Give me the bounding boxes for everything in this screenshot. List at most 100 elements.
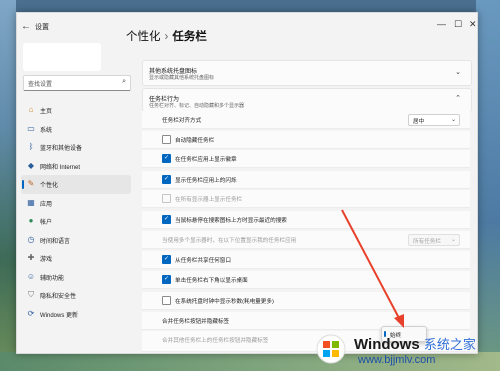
sidebar-item-windows-update[interactable]: ⟳ Windows 更新	[21, 305, 131, 324]
sidebar-item-label: 蓝牙和其他设备	[40, 146, 83, 152]
account-icon: ●	[28, 216, 34, 225]
sidebar-item-label: 帐户	[40, 220, 53, 226]
breadcrumb-parent[interactable]: 个性化	[126, 31, 161, 43]
share-window-row: ✓ 从任务栏共享任何窗口	[142, 251, 470, 269]
setting-label: 合并任务栏按钮并隐藏标签	[162, 319, 230, 325]
apps-icon: ▦	[27, 197, 35, 207]
seconds-checkbox[interactable]	[162, 296, 171, 305]
sidebar-item-accessibility[interactable]: ☺ 辅助功能	[21, 268, 131, 287]
home-icon: ⌂	[28, 105, 34, 114]
setting-label: 任务栏对齐方式	[162, 118, 202, 124]
dropdown-value: 所有任务栏	[413, 239, 441, 245]
shield-icon: ⛉	[28, 290, 34, 299]
badges-checkbox[interactable]: ✓	[162, 154, 171, 163]
other-tray-icons-section[interactable]: 其他系统托盘图标 显示或隐藏其他系统托盘图标 ⌄	[142, 60, 472, 86]
maximize-button[interactable]: ☐	[454, 19, 462, 30]
sidebar-item-label: 隐私和安全性	[40, 294, 77, 300]
watermark-url: www.bjjmlv.com	[358, 354, 436, 366]
setting-label: 当使用多个显示器时，在以下位置显示我的任务栏应用	[162, 238, 297, 244]
chevron-down-icon: ⌄	[455, 69, 461, 76]
search-hover-row: ✓ 当鼠标悬停在搜索图标上方时显示最近的搜索	[142, 211, 470, 229]
sidebar-item-bluetooth[interactable]: ᛒ 蓝牙和其他设备	[21, 138, 131, 157]
breadcrumb-separator: ›	[164, 31, 169, 43]
search-input[interactable]: 查找设置 ⌕	[23, 75, 131, 91]
share-window-checkbox[interactable]: ✓	[162, 255, 171, 264]
windows-logo-icon	[316, 334, 346, 364]
title-bar: ← 设置 — ☐ ✕	[17, 13, 477, 41]
setting-label: 在所有显示器上显示任务栏	[175, 197, 243, 203]
sidebar-item-gaming[interactable]: ✚ 游戏	[21, 249, 131, 268]
accessibility-icon: ☺	[26, 271, 36, 281]
setting-label: 显示任务栏应用上的闪烁	[175, 178, 237, 184]
network-icon: ◆	[27, 160, 35, 170]
update-icon: ⟳	[27, 308, 35, 318]
system-icon: ▭	[27, 123, 35, 133]
setting-label: 当鼠标悬停在搜索图标上方时显示最近的搜索	[175, 218, 287, 224]
gamepad-icon: ✚	[27, 253, 35, 262]
setting-label: 在任务栏应用上显示徽章	[175, 157, 237, 163]
user-profile-card[interactable]	[23, 43, 101, 71]
alignment-dropdown[interactable]: 居中 ⌄	[408, 114, 460, 126]
watermark-brand-en: Windows	[354, 336, 420, 353]
window-title: 设置	[35, 24, 49, 31]
dropdown-value: 居中	[413, 119, 425, 125]
setting-label: 从任务栏共享任何窗口	[175, 258, 231, 264]
sidebar-item-label: 系统	[40, 127, 53, 134]
watermark-brand: Windows 系统之家	[354, 334, 476, 353]
far-corner-row: ✓ 单击任务栏右下角以显示桌面	[142, 271, 470, 289]
section-subtitle: 显示或隐藏其他系统托盘图标	[149, 75, 215, 81]
brush-icon: ✎	[27, 179, 35, 188]
flashing-checkbox[interactable]: ✓	[162, 175, 171, 184]
sidebar-item-label: 网络和 Internet	[40, 164, 81, 171]
sidebar-item-label: 个性化	[40, 183, 59, 189]
sidebar-item-label: 应用	[40, 201, 53, 208]
sidebar-item-time-language[interactable]: ◷ 时间和语言	[21, 231, 131, 250]
bluetooth-icon: ᛒ	[28, 142, 34, 151]
setting-label: 在系统托盘时钟中显示秒数(耗电量更多)	[175, 299, 274, 305]
page-title: 任务栏	[172, 31, 207, 43]
sidebar-item-label: 时间和语言	[40, 238, 71, 245]
badges-row: ✓ 在任务栏应用上显示徽章	[142, 150, 470, 168]
all-displays-checkbox[interactable]	[162, 194, 171, 203]
sidebar-item-label: 辅助功能	[40, 275, 65, 282]
all-displays-row: 在所有显示器上显示任务栏	[142, 190, 470, 208]
setting-label: 合并其他任务栏上的任务栏按钮并隐藏标签	[162, 338, 269, 344]
close-button[interactable]: ✕	[469, 19, 477, 30]
flashing-row: ✓ 显示任务栏应用上的闪烁	[142, 171, 470, 189]
breadcrumb: 个性化 › 任务栏	[126, 28, 207, 44]
multi-display-dropdown[interactable]: 所有任务栏 ⌄	[408, 234, 460, 246]
site-watermark: Windows 系统之家 www.bjjmlv.com	[312, 328, 498, 370]
chevron-up-icon: ⌃	[455, 95, 461, 102]
search-hover-checkbox[interactable]: ✓	[162, 215, 171, 224]
back-arrow-icon[interactable]: ←	[21, 21, 31, 32]
search-icon[interactable]: ⌕	[122, 78, 126, 86]
setting-label: 单击任务栏右下角以显示桌面	[175, 278, 248, 284]
auto-hide-checkbox[interactable]	[162, 135, 171, 144]
sidebar-item-label: 游戏	[40, 257, 53, 263]
taskbar-behaviors-section[interactable]: 任务栏行为 任务栏对齐、标记、自动隐藏和多个显示器 ⌃	[142, 88, 472, 112]
sidebar-item-system[interactable]: ▭ 系统	[21, 120, 131, 139]
sidebar-item-apps[interactable]: ▦ 应用	[21, 194, 131, 213]
chevron-down-icon: ⌄	[450, 237, 456, 243]
setting-label: 自动隐藏任务栏	[175, 138, 215, 144]
sidebar-item-personalization[interactable]: ✎ 个性化	[21, 175, 131, 194]
clock-icon: ◷	[27, 234, 35, 244]
search-placeholder: 查找设置	[28, 82, 53, 88]
watermark-brand-cn: 系统之家	[423, 337, 476, 352]
far-corner-checkbox[interactable]: ✓	[162, 275, 171, 284]
sidebar-item-privacy[interactable]: ⛉ 隐私和安全性	[21, 286, 131, 305]
sidebar-item-accounts[interactable]: ● 帐户	[21, 212, 131, 231]
auto-hide-row: 自动隐藏任务栏	[142, 131, 470, 149]
section-subtitle: 任务栏对齐、标记、自动隐藏和多个显示器	[149, 103, 245, 109]
multi-display-row: 当使用多个显示器时，在以下位置显示我的任务栏应用 所有任务栏 ⌄	[142, 231, 470, 249]
desktop-wallpaper-left	[0, 0, 16, 371]
desktop-wallpaper-right	[476, 0, 500, 371]
sidebar-item-label: Windows 更新	[40, 312, 79, 319]
seconds-row: 在系统托盘时钟中显示秒数(耗电量更多)	[142, 292, 470, 310]
sidebar-item-home[interactable]: ⌂ 主页	[21, 101, 131, 120]
taskbar-alignment-row: 任务栏对齐方式 居中 ⌄	[142, 111, 470, 129]
sidebar-item-network[interactable]: ◆ 网络和 Internet	[21, 157, 131, 176]
sidebar-item-label: 主页	[40, 109, 53, 115]
minimize-button[interactable]: —	[437, 19, 446, 29]
sidebar-nav: ⌂ 主页 ▭ 系统 ᛒ 蓝牙和其他设备 ◆ 网络和 Internet ✎ 个性化…	[21, 101, 131, 323]
